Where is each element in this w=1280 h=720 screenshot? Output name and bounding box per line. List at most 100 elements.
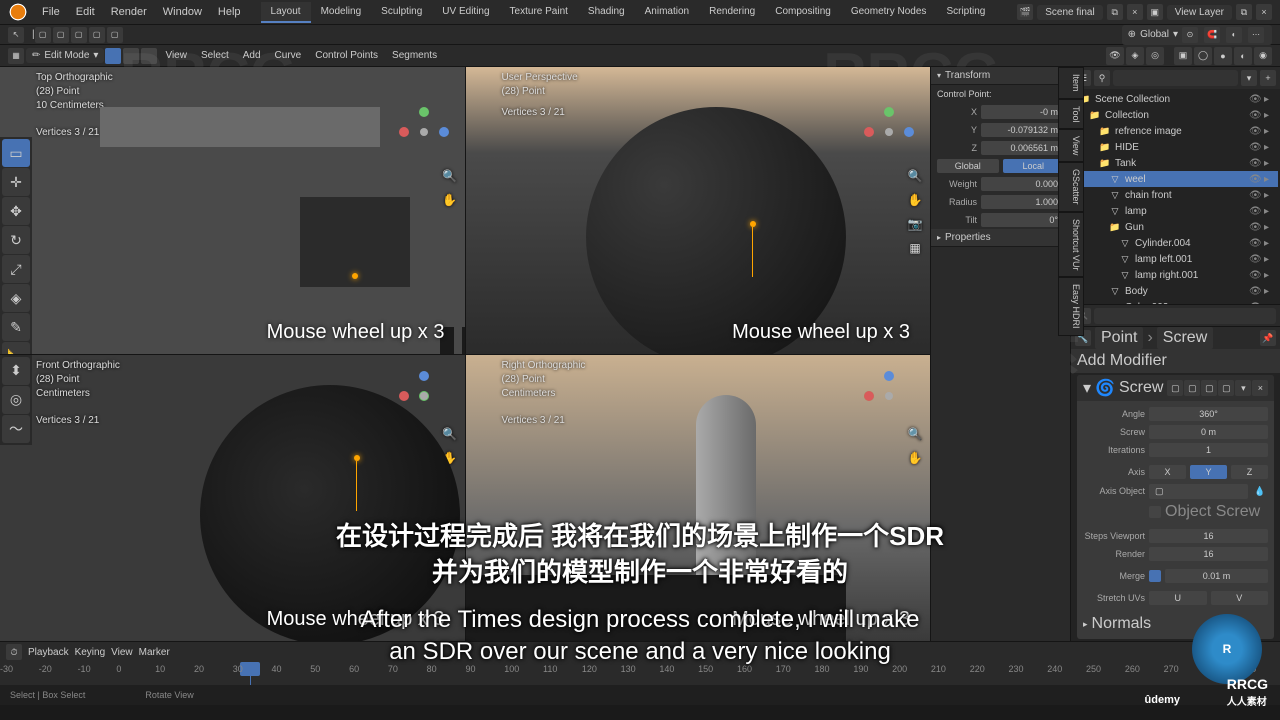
steps-viewport-field[interactable]: 16	[1149, 529, 1268, 543]
mod-extra-icon[interactable]: ▾	[1235, 380, 1251, 396]
viewport-right[interactable]: Right Orthographic (28) Point Centimeter…	[466, 355, 931, 642]
pivot-icon[interactable]: ⊙	[1182, 27, 1198, 43]
radius-field[interactable]: 1.000	[981, 195, 1064, 209]
select-box-tool[interactable]: ▭	[2, 139, 30, 167]
weight-field[interactable]: 0.000	[981, 177, 1064, 191]
viewport-top[interactable]: ▭ ✛ ✥ ↻ ⤢ ◈ ✎ 📐 ⬆ 〰 ↺ Top Orthographic (…	[0, 67, 465, 354]
outliner-search2[interactable]	[1094, 308, 1276, 324]
outliner-search[interactable]	[1113, 70, 1238, 86]
curve-menu[interactable]: Curve	[268, 47, 309, 64]
axis-y-btn[interactable]: Y	[1190, 465, 1227, 479]
select-menu[interactable]: Select	[194, 47, 236, 64]
annotate-tool[interactable]: ✎	[2, 313, 30, 341]
delete-scene-icon[interactable]: ×	[1127, 4, 1143, 20]
mod-render-icon[interactable]: ▢	[1184, 380, 1200, 396]
workspace-tab-modeling[interactable]: Modeling	[311, 2, 372, 23]
measure-tool[interactable]: 📐	[2, 342, 30, 354]
mod-screw-field[interactable]: 0 m	[1149, 425, 1268, 439]
timeline-marker-menu[interactable]: Marker	[139, 647, 170, 658]
n-tab-hdri[interactable]: Easy HDRI	[1058, 277, 1084, 336]
object-screw-checkbox[interactable]	[1149, 506, 1161, 518]
rendered-shading-icon[interactable]: ◉	[1254, 47, 1272, 65]
scene-name-field[interactable]: Scene final	[1037, 5, 1102, 20]
viewport-user[interactable]: User Perspective (28) Point Vertices 3 /…	[466, 67, 931, 354]
n-tab-gscatter[interactable]: GScatter	[1058, 162, 1084, 212]
outliner-item[interactable]: 📁HIDE👁▸	[1073, 139, 1278, 155]
view-layer-field[interactable]: View Layer	[1167, 5, 1232, 20]
rotate-tool[interactable]: ↻	[2, 226, 30, 254]
modifier-name[interactable]: Screw	[1119, 379, 1163, 397]
playhead[interactable]	[250, 662, 251, 685]
merge-checkbox[interactable]	[1149, 570, 1161, 582]
interaction-mode-select[interactable]: ✏ Edit Mode ▾	[26, 48, 104, 63]
scale-tool[interactable]: ⤢	[2, 255, 30, 283]
outliner-item[interactable]: 📁Tank👁▸	[1073, 155, 1278, 171]
select-mode-1-icon[interactable]: ▢	[35, 27, 51, 43]
persp-icon[interactable]: ▦	[906, 239, 924, 257]
select-mode-4-icon[interactable]: ▢	[89, 27, 105, 43]
cursor-tool-icon[interactable]: ↖	[8, 27, 24, 43]
n-tab-tool[interactable]: Tool	[1058, 99, 1084, 130]
radius-tool[interactable]: ◎	[2, 386, 30, 414]
workspace-tab-shading[interactable]: Shading	[578, 2, 635, 23]
outliner-item[interactable]: ▽Cylinder.004👁▸	[1073, 235, 1278, 251]
prop-tab-point[interactable]: Point	[1095, 327, 1143, 349]
transform-x-field[interactable]: -0 m	[981, 105, 1064, 119]
stretch-u-btn[interactable]: U	[1149, 591, 1207, 605]
n-tab-shortcut[interactable]: Shortcut VUr	[1058, 212, 1084, 278]
workspace-tab-sculpting[interactable]: Sculpting	[371, 2, 432, 23]
axis-object-field[interactable]: ▢	[1149, 484, 1248, 499]
prop-edit-icon[interactable]: ◐	[1226, 27, 1242, 43]
orientation-dropdown-icon[interactable]: ▾	[1173, 29, 1178, 40]
menu-file[interactable]: File	[34, 3, 68, 21]
camera-icon[interactable]: 📷	[906, 215, 924, 233]
editor-type-icon[interactable]: ▦	[8, 48, 24, 64]
outliner-item[interactable]: ▽Body👁▸	[1073, 283, 1278, 299]
space-global-btn[interactable]: Global	[937, 159, 999, 173]
add-menu[interactable]: Add	[236, 47, 268, 64]
mod-close-icon[interactable]: ×	[1252, 380, 1268, 396]
view-menu[interactable]: View	[158, 47, 194, 64]
pan-icon[interactable]: ✋	[441, 191, 459, 209]
merge-field[interactable]: 0.01 m	[1165, 569, 1268, 583]
overlay-toggle-icon[interactable]: ◎	[1146, 47, 1164, 65]
space-local-btn[interactable]: Local	[1003, 159, 1065, 173]
face-select-mode[interactable]	[141, 48, 157, 64]
menu-window[interactable]: Window	[155, 3, 210, 21]
add-modifier-button[interactable]: Add Modifier	[1071, 349, 1280, 373]
outliner-item[interactable]: 📁Collection👁▸	[1073, 107, 1278, 123]
workspace-tab-animation[interactable]: Animation	[635, 2, 699, 23]
orientation-select[interactable]: Global	[1140, 29, 1169, 40]
viewport-front[interactable]: ⬍ ◎ 〜 Front Orthographic (28) Point Cent…	[0, 355, 465, 642]
prop-tab-screw[interactable]: Screw	[1157, 327, 1213, 349]
mod-editmode-icon[interactable]: ▢	[1201, 380, 1217, 396]
timeline-editor-icon[interactable]: ⏱	[6, 644, 22, 660]
transform-tool[interactable]: ◈	[2, 284, 30, 312]
timeline-view-menu[interactable]: View	[111, 647, 133, 658]
menu-help[interactable]: Help	[210, 3, 249, 21]
xray-icon[interactable]: ▣	[1174, 47, 1192, 65]
steps-render-field[interactable]: 16	[1149, 547, 1268, 561]
workspace-tab-scripting[interactable]: Scripting	[936, 2, 995, 23]
mod-realtime-icon[interactable]: ▢	[1167, 380, 1183, 396]
tilt-field[interactable]: 0°	[981, 213, 1064, 227]
pan-icon[interactable]: ✋	[906, 191, 924, 209]
transform-panel-header[interactable]: ▾Transform	[931, 67, 1070, 85]
outliner-item[interactable]: ▽lamp right.001👁▸	[1073, 267, 1278, 283]
snap-icon[interactable]: 🧲	[1204, 27, 1220, 43]
normals-section[interactable]: Normals	[1092, 615, 1152, 633]
zoom-icon[interactable]: 🔍	[441, 425, 459, 443]
nav-gizmo[interactable]	[399, 107, 449, 157]
matprev-shading-icon[interactable]: ◐	[1234, 47, 1252, 65]
mod-iterations-field[interactable]: 1	[1149, 443, 1268, 457]
new-layer-icon[interactable]: ⧉	[1236, 4, 1252, 20]
outliner-new-icon[interactable]: +	[1260, 70, 1276, 86]
shear-tool[interactable]: ⬍	[2, 357, 30, 385]
curve-tool[interactable]: 〜	[2, 415, 30, 443]
menu-edit[interactable]: Edit	[68, 3, 103, 21]
nav-gizmo[interactable]	[864, 371, 914, 421]
vertex-select-mode[interactable]	[105, 48, 121, 64]
workspace-tab-uv[interactable]: UV Editing	[432, 2, 499, 23]
zoom-icon[interactable]: 🔍	[906, 167, 924, 185]
modifier-collapse-icon[interactable]: ▾	[1083, 378, 1091, 398]
